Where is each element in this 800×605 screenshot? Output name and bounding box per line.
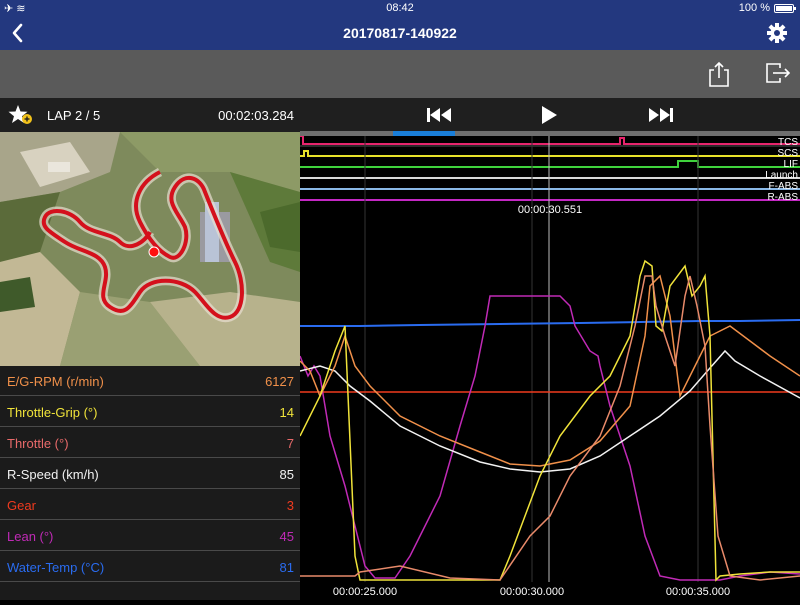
- battery-label: 100 %: [738, 2, 770, 14]
- param-label: Lean (°): [7, 529, 54, 544]
- skip-back-icon[interactable]: [426, 106, 452, 124]
- time-tick-label: 00:00:30.000: [500, 586, 564, 598]
- param-value: 14: [279, 405, 294, 420]
- param-label: Throttle-Grip (°): [7, 405, 98, 420]
- lap-time: 00:02:03.284: [218, 108, 294, 123]
- channel-label-launch: Launch: [765, 170, 798, 181]
- param-row-rpm[interactable]: E/G-RPM (r/min) 6127: [0, 366, 300, 396]
- param-value: 3: [286, 498, 294, 513]
- battery-icon: [774, 3, 796, 13]
- param-label: Throttle (°): [7, 436, 69, 451]
- param-row-lean[interactable]: Lean (°) 45: [0, 521, 300, 551]
- lap-label: LAP 2 / 5: [47, 108, 101, 123]
- param-row-throttle[interactable]: Throttle (°) 7: [0, 428, 300, 458]
- channel-label-r-abs: R-ABS: [767, 192, 798, 203]
- channel-label-scs: SCS: [777, 148, 798, 159]
- nav-bar: 20170817-140922: [0, 16, 800, 50]
- battery-status: 100 %: [738, 2, 796, 14]
- param-row-speed[interactable]: R-Speed (km/h) 85: [0, 459, 300, 489]
- skip-forward-icon[interactable]: [648, 106, 674, 124]
- rider-position-marker: [148, 246, 160, 258]
- status-time: 08:42: [386, 2, 414, 14]
- param-value: 85: [279, 467, 294, 482]
- telemetry-graph[interactable]: TCS SCS LIF Launch F-ABS R-ABS 00:00:30.…: [299, 135, 800, 600]
- param-value: 6127: [265, 374, 294, 389]
- export-icon[interactable]: [764, 60, 792, 88]
- parameters-table: E/G-RPM (r/min) 6127 Throttle-Grip (°) 1…: [0, 366, 300, 600]
- channel-label-lif: LIF: [784, 159, 798, 170]
- param-label: E/G-RPM (r/min): [7, 374, 104, 389]
- param-label: R-Speed (km/h): [7, 467, 99, 482]
- param-label: Gear: [7, 498, 36, 513]
- param-value: 81: [279, 560, 294, 575]
- time-tick-label: 00:00:35.000: [666, 586, 730, 598]
- param-row-water-temp[interactable]: Water-Temp (°C) 81: [0, 552, 300, 582]
- satellite-map: [0, 132, 300, 366]
- param-row-throttle-grip[interactable]: Throttle-Grip (°) 14: [0, 397, 300, 427]
- favorite-star-icon[interactable]: [8, 104, 34, 126]
- playback-controls: [300, 98, 800, 132]
- toolbar: [0, 50, 800, 98]
- channel-label-f-abs: F-ABS: [769, 181, 799, 192]
- lap-bar: LAP 2 / 5 00:02:03.284: [0, 98, 300, 132]
- param-value: 7: [286, 436, 294, 451]
- status-bar: ✈ ≋ 08:42 100 %: [0, 0, 800, 16]
- page-title: 20170817-140922: [343, 25, 457, 41]
- param-row-gear[interactable]: Gear 3: [0, 490, 300, 520]
- play-icon[interactable]: [540, 105, 558, 125]
- track-map[interactable]: [0, 132, 300, 366]
- param-label: Water-Temp (°C): [7, 560, 105, 575]
- param-value: 45: [279, 529, 294, 544]
- time-tick-label: 00:00:25.000: [333, 586, 397, 598]
- share-icon[interactable]: [706, 60, 732, 88]
- channel-label-tcs: TCS: [778, 137, 798, 148]
- cursor-time-label: 00:00:30.551: [518, 204, 582, 216]
- gear-icon[interactable]: [766, 22, 788, 44]
